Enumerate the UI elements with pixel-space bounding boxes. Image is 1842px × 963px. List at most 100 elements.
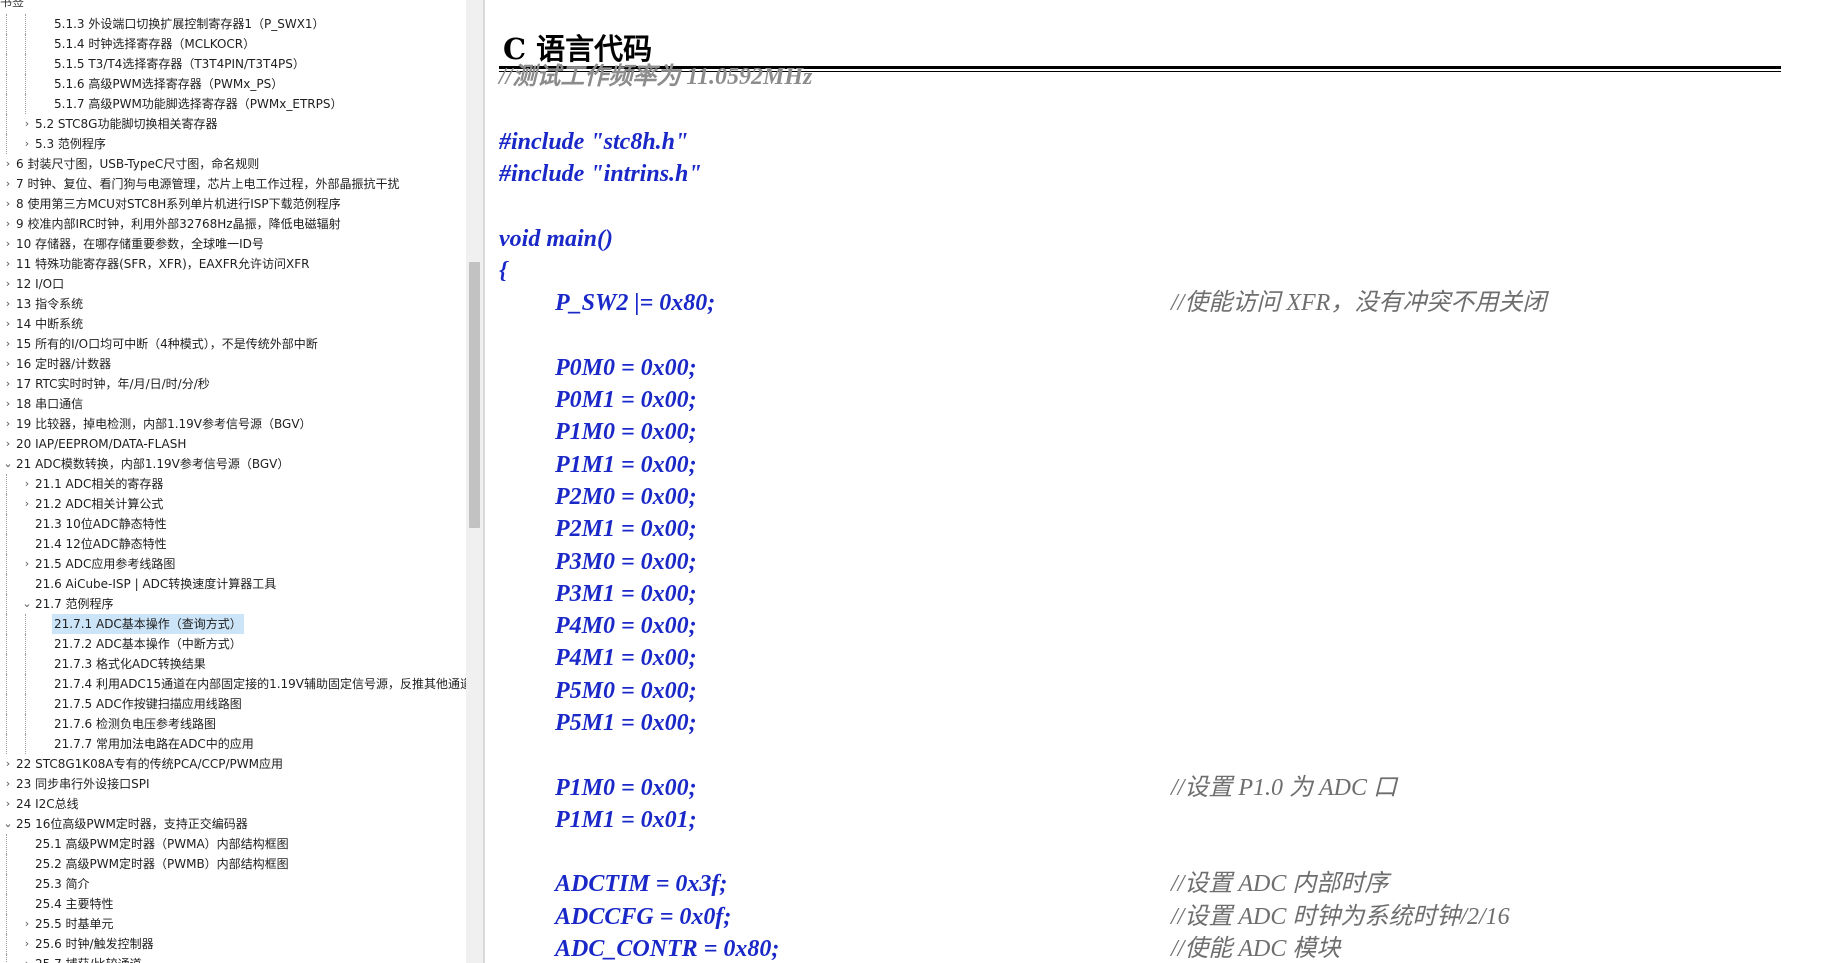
tree-item[interactable]: › 12 I/O口 <box>0 274 466 294</box>
tree-guide-line <box>6 574 7 594</box>
tree-item[interactable]: ⌄ 21 ADC模数转换，内部1.19V参考信号源（BGV） <box>0 454 466 474</box>
tree-item-label: 21.7.6 检测负电压参考线路图 <box>54 717 216 731</box>
tree-item[interactable]: › 24 I2C总线 <box>0 794 466 814</box>
chevron-right-icon[interactable]: › <box>2 434 14 454</box>
tree-item[interactable]: › 5.3 范例程序 <box>0 134 466 154</box>
tree-item[interactable]: 5.1.4 时钟选择寄存器（MCLKOCR） <box>0 34 466 54</box>
chevron-right-icon[interactable]: › <box>2 194 14 214</box>
tree-item[interactable]: › 9 校准内部IRC时钟，利用外部32768Hz晶振，降低电磁辐射 <box>0 214 466 234</box>
chevron-right-icon[interactable]: › <box>2 314 14 334</box>
tree-item-label: 5.1.3 外设端口切换扩展控制寄存器1（P_SWX1） <box>54 17 325 31</box>
tree-item[interactable]: › 21.5 ADC应用参考线路图 <box>0 554 466 574</box>
tree-item[interactable]: 21.7.5 ADC作按键扫描应用线路图 <box>0 694 466 714</box>
chevron-right-icon[interactable]: › <box>2 234 14 254</box>
code-line: P0M1 = 0x00; <box>555 387 697 413</box>
chevron-right-icon[interactable]: › <box>21 494 33 514</box>
tree-item[interactable]: › 21.1 ADC相关的寄存器 <box>0 474 466 494</box>
tree-item[interactable]: › 16 定时器/计数器 <box>0 354 466 374</box>
chevron-down-icon[interactable]: ⌄ <box>2 454 14 474</box>
tree-guide-line <box>6 534 7 554</box>
tree-item[interactable]: 25.1 高级PWM定时器（PWMA）内部结构框图 <box>0 834 466 854</box>
tree-item[interactable]: › 7 时钟、复位、看门狗与电源管理，芯片上电工作过程，外部晶振抗干扰 <box>0 174 466 194</box>
tree-item[interactable]: › 18 串口通信 <box>0 394 466 414</box>
tree-guide-line <box>25 74 26 94</box>
tree-item[interactable]: 5.1.5 T3/T4选择寄存器（T3T4PIN/T3T4PS） <box>0 54 466 74</box>
tree-item[interactable]: › 8 使用第三方MCU对STC8H系列单片机进行ISP下载范例程序 <box>0 194 466 214</box>
tree-item[interactable]: › 20 IAP/EEPROM/DATA-FLASH <box>0 434 466 454</box>
tree-item[interactable]: 21.7.2 ADC基本操作（中断方式） <box>0 634 466 654</box>
chevron-right-icon[interactable]: › <box>21 954 33 963</box>
tree-item[interactable]: ⌄ 25 16位高级PWM定时器，支持正交编码器 <box>0 814 466 834</box>
tree-item[interactable]: 21.4 12位ADC静态特性 <box>0 534 466 554</box>
chevron-right-icon[interactable]: › <box>2 374 14 394</box>
tree-item[interactable]: ⌄ 21.7 范例程序 <box>0 594 466 614</box>
tree-item[interactable]: 5.1.3 外设端口切换扩展控制寄存器1（P_SWX1） <box>0 14 466 34</box>
chevron-right-icon[interactable]: › <box>2 354 14 374</box>
chevron-right-icon[interactable]: › <box>21 934 33 954</box>
tree-item[interactable]: › 6 封装尺寸图，USB-TypeC尺寸图，命名规则 <box>0 154 466 174</box>
chevron-right-icon[interactable]: › <box>2 774 14 794</box>
tree-item[interactable]: 5.1.7 高级PWM功能脚选择寄存器（PWMx_ETRPS） <box>0 94 466 114</box>
tree-item[interactable]: › 13 指令系统 <box>0 294 466 314</box>
scrollbar[interactable] <box>466 0 483 963</box>
chevron-right-icon[interactable]: › <box>21 554 33 574</box>
tree-item[interactable]: 25.4 主要特性 <box>0 894 466 914</box>
code-line: P5M1 = 0x00; <box>555 710 697 736</box>
tree-item[interactable]: › 19 比较器，掉电检测，内部1.19V参考信号源（BGV） <box>0 414 466 434</box>
chevron-right-icon[interactable]: › <box>2 214 14 234</box>
tree-guide-line <box>6 14 7 34</box>
chevron-right-icon[interactable]: › <box>21 914 33 934</box>
tree-guide-line <box>6 94 7 114</box>
chevron-right-icon[interactable]: › <box>2 334 14 354</box>
chevron-right-icon[interactable]: › <box>2 254 14 274</box>
tree-item[interactable]: 5.1.6 高级PWM选择寄存器（PWMx_PS） <box>0 74 466 94</box>
tree-item[interactable]: › 17 RTC实时时钟，年/月/日/时/分/秒 <box>0 374 466 394</box>
tree-guide-line <box>6 494 7 514</box>
document-page: C 语言代码 //测试工作频率为 11.0592MHz #include "stc… <box>485 0 1842 963</box>
code-line: P_SW2 |= 0x80; <box>555 290 716 316</box>
tree-item[interactable]: 21.7.1 ADC基本操作（查询方式） <box>0 614 466 634</box>
code-line: P1M1 = 0x01; <box>555 807 697 833</box>
tree-item[interactable]: 21.6 AiCube-ISP | ADC转换速度计算器工具 <box>0 574 466 594</box>
chevron-right-icon[interactable]: › <box>2 274 14 294</box>
tree-item[interactable]: › 5.2 STC8G功能脚切换相关寄存器 <box>0 114 466 134</box>
tree-guide-line <box>25 634 26 654</box>
tree-guide-line <box>25 674 26 694</box>
tree-item[interactable]: 25.3 简介 <box>0 874 466 894</box>
tree-item[interactable]: › 21.2 ADC相关计算公式 <box>0 494 466 514</box>
chevron-right-icon[interactable]: › <box>2 754 14 774</box>
tree-item[interactable]: › 22 STC8G1K08A专有的传统PCA/CCP/PWM应用 <box>0 754 466 774</box>
tree-item-label: 25 16位高级PWM定时器，支持正交编码器 <box>16 817 248 831</box>
chevron-right-icon[interactable]: › <box>21 114 33 134</box>
tree-item[interactable]: 21.7.4 利用ADC15通道在内部固定接的1.19V辅助固定信号源，反推其他… <box>0 674 466 694</box>
code-comment: //设置 P1.0 为 ADC 口 <box>1171 775 1397 801</box>
code-line: P1M0 = 0x00; <box>555 775 697 801</box>
tree-item[interactable]: ›25.7 捕获/比较通道 <box>0 954 466 963</box>
chevron-right-icon[interactable]: › <box>2 394 14 414</box>
tree-item[interactable]: › 23 同步串行外设接口SPI <box>0 774 466 794</box>
tree-item[interactable]: 21.3 10位ADC静态特性 <box>0 514 466 534</box>
tree-item[interactable]: 21.7.7 常用加法电路在ADC中的应用 <box>0 734 466 754</box>
chevron-down-icon[interactable]: ⌄ <box>21 594 33 614</box>
scrollbar-thumb[interactable] <box>469 262 480 528</box>
tree-item[interactable]: › 11 特殊功能寄存器(SFR，XFR)，EAXFR允许访问XFR <box>0 254 466 274</box>
tree-item[interactable]: › 14 中断系统 <box>0 314 466 334</box>
chevron-down-icon[interactable]: ⌄ <box>2 814 14 834</box>
chevron-right-icon[interactable]: › <box>2 794 14 814</box>
tree-item[interactable]: › 25.6 时钟/触发控制器 <box>0 934 466 954</box>
chevron-right-icon[interactable]: › <box>2 414 14 434</box>
chevron-right-icon[interactable]: › <box>2 294 14 314</box>
chevron-right-icon[interactable]: › <box>2 174 14 194</box>
tree-item-label: 25.4 主要特性 <box>35 897 114 911</box>
tree-guide-line <box>6 734 7 754</box>
tree-item[interactable]: 21.7.6 检测负电压参考线路图 <box>0 714 466 734</box>
tree-item[interactable]: 21.7.3 格式化ADC转换结果 <box>0 654 466 674</box>
tree-item-label: 19 比较器，掉电检测，内部1.19V参考信号源（BGV） <box>16 417 312 431</box>
chevron-right-icon[interactable]: › <box>2 154 14 174</box>
tree-item[interactable]: › 15 所有的I/O口均可中断（4种模式），不是传统外部中断 <box>0 334 466 354</box>
tree-item[interactable]: › 10 存储器，在哪存储重要参数，全球唯一ID号 <box>0 234 466 254</box>
chevron-right-icon[interactable]: › <box>21 134 33 154</box>
chevron-right-icon[interactable]: › <box>21 474 33 494</box>
tree-item[interactable]: 25.2 高级PWM定时器（PWMB）内部结构框图 <box>0 854 466 874</box>
tree-item[interactable]: › 25.5 时基单元 <box>0 914 466 934</box>
